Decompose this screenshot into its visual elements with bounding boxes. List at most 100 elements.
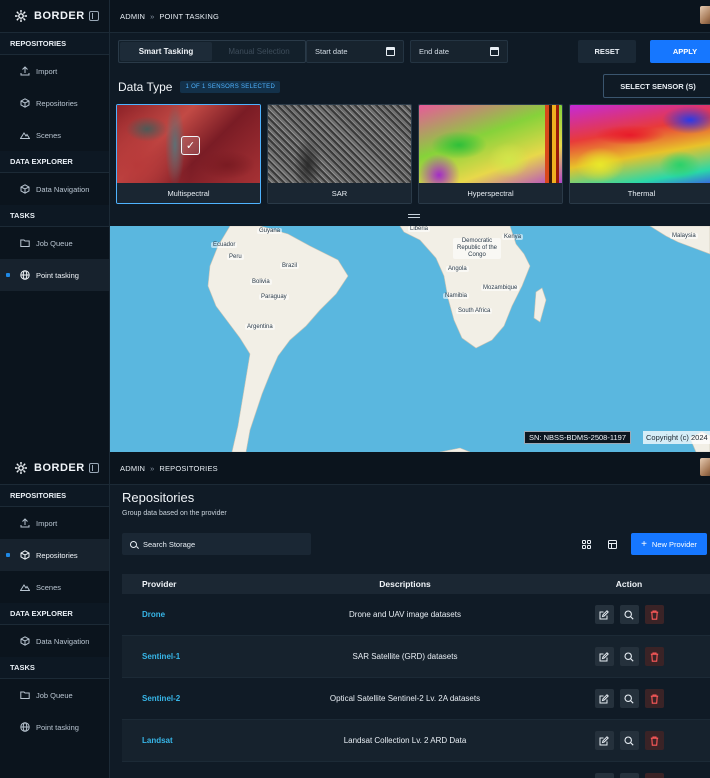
page-title: Repositories — [122, 490, 195, 505]
view-search-icon[interactable] — [619, 647, 639, 666]
table-row: PlanetScopePlanetScope Optical Satellite… — [122, 762, 710, 778]
sar-thumbnail — [268, 105, 411, 185]
sidebar-item-job-queue[interactable]: Job Queue — [0, 679, 109, 711]
sidebar-item-data-navigation[interactable]: Data Navigation — [0, 173, 109, 205]
delete-icon[interactable] — [644, 647, 664, 666]
grid-view-icon[interactable] — [578, 536, 594, 552]
sidebar-item-label: Job Queue — [36, 690, 73, 700]
sidebar-item-point-tasking[interactable]: Point tasking — [0, 259, 109, 291]
breadcrumb-admin[interactable]: ADMIN — [120, 464, 145, 473]
panel-resize-handle-icon[interactable] — [408, 214, 420, 218]
view-search-icon[interactable] — [619, 605, 639, 624]
calendar-icon[interactable] — [386, 47, 395, 56]
edit-icon[interactable] — [594, 605, 614, 624]
action-cell — [548, 605, 710, 624]
breadcrumb-separator-icon: » — [150, 463, 155, 473]
providers-table: Provider Descriptions Action Drone Drone … — [122, 574, 710, 778]
brand[interactable]: BORDER — [0, 0, 109, 33]
provider-link[interactable]: Sentinel-2 — [142, 694, 180, 703]
manual-selection-tab[interactable]: Manual Selection — [213, 41, 305, 62]
new-provider-label: New Provider — [651, 539, 697, 549]
sidebar-item-label: Data Navigation — [36, 636, 90, 646]
sidebar-item-scenes[interactable]: Scenes — [0, 571, 109, 603]
cube-icon — [20, 98, 30, 108]
sidebar-item-label: Scenes — [36, 582, 62, 592]
sensor-tile-label: Multispectral — [117, 183, 260, 203]
sidebar-item-import[interactable]: Import — [0, 55, 109, 87]
sidebar-collapse-icon[interactable] — [89, 463, 99, 473]
table-view-icon[interactable] — [604, 536, 620, 552]
sidebar-item-repositories[interactable]: Repositories — [0, 539, 109, 571]
brand[interactable]: BORDER — [0, 452, 109, 485]
delete-icon[interactable] — [644, 605, 664, 624]
breadcrumb-repositories: REPOSITORIES — [159, 463, 218, 473]
sidebar-item-job-queue[interactable]: Job Queue — [0, 227, 109, 259]
column-action: Action — [615, 579, 643, 589]
avatar[interactable] — [700, 6, 710, 24]
select-sensor-button[interactable]: SELECT SENSOR (S) — [603, 74, 710, 98]
map-label-brazil: Brazil — [280, 263, 300, 269]
sensor-tile-sar[interactable]: SAR — [267, 104, 412, 204]
edit-icon[interactable] — [594, 773, 614, 778]
smart-tasking-tab[interactable]: Smart Tasking — [120, 42, 212, 61]
sidebar-item-label: Data Navigation — [36, 184, 90, 194]
sidebar-item-label: Import — [36, 518, 58, 528]
hyperspectral-thumbnail — [419, 105, 562, 185]
provider-link[interactable]: Landsat — [142, 736, 173, 745]
cube-icon — [20, 184, 30, 194]
sidebar-item-data-navigation[interactable]: Data Navigation — [0, 625, 109, 657]
start-date-placeholder: Start date — [315, 47, 348, 56]
sidebar-section-tasks: TASKS — [0, 205, 109, 227]
sidebar: BORDER REPOSITORIES Import Repositories … — [0, 0, 110, 452]
action-cell — [548, 647, 710, 666]
search-input[interactable] — [143, 539, 293, 549]
edit-icon[interactable] — [594, 731, 614, 750]
view-search-icon[interactable] — [619, 689, 639, 708]
new-provider-button[interactable]: + New Provider — [631, 533, 707, 555]
description-cell: SAR Satellite (GRD) datasets — [262, 652, 548, 661]
start-date-field[interactable]: Start date — [306, 40, 404, 63]
delete-icon[interactable] — [644, 773, 664, 778]
sensor-tile-multispectral[interactable]: ✓ Multispectral — [116, 104, 261, 204]
sidebar-item-repositories[interactable]: Repositories — [0, 87, 109, 119]
serial-number-badge: SN: NBSS-BDMS-2508-1197 — [524, 431, 631, 444]
sidebar-collapse-icon[interactable] — [89, 11, 99, 21]
map-label-south-africa: South Africa — [456, 308, 493, 314]
edit-icon[interactable] — [594, 647, 614, 666]
map-label-mozambique: Mozambique — [481, 285, 520, 291]
sensor-tile-hyperspectral[interactable]: Hyperspectral — [418, 104, 563, 204]
breadcrumb-point-tasking: POINT TASKING — [159, 11, 220, 21]
sensor-tile-thermal[interactable]: Thermal — [569, 104, 710, 204]
description-cell: Landsat Collection Lv. 2 ARD Data — [262, 736, 548, 745]
delete-icon[interactable] — [644, 689, 664, 708]
sidebar-item-import[interactable]: Import — [0, 507, 109, 539]
avatar[interactable] — [700, 458, 710, 476]
breadcrumb-separator-icon: » — [150, 11, 155, 21]
provider-link[interactable]: Sentinel-1 — [142, 652, 180, 661]
page-subtitle: Group data based on the provider — [122, 510, 227, 517]
calendar-icon[interactable] — [490, 47, 499, 56]
apply-button[interactable]: APPLY — [650, 40, 710, 63]
search-storage[interactable] — [122, 533, 311, 555]
sidebar-item-point-tasking[interactable]: Point tasking — [0, 711, 109, 743]
map-label-guyana: Guyana — [257, 228, 283, 234]
brand-name: BORDER — [34, 10, 85, 22]
sidebar-item-label: Repositories — [36, 550, 78, 560]
sidebar-item-label: Point tasking — [36, 722, 79, 732]
edit-icon[interactable] — [594, 689, 614, 708]
reset-button[interactable]: RESET — [578, 40, 636, 63]
view-search-icon[interactable] — [619, 773, 639, 778]
map-landmass — [207, 226, 710, 452]
globe-icon — [20, 270, 30, 280]
topbar: ADMIN » REPOSITORIES — [110, 452, 710, 485]
sidebar: BORDER REPOSITORIES Import Repositories … — [0, 452, 110, 778]
point-tasking-screen: BORDER REPOSITORIES Import Repositories … — [0, 0, 710, 452]
delete-icon[interactable] — [644, 731, 664, 750]
breadcrumb-admin[interactable]: ADMIN — [120, 12, 145, 21]
end-date-field[interactable]: End date — [410, 40, 508, 63]
map-view[interactable]: Guyana Ecuador Peru Brazil Bolivia Parag… — [110, 226, 710, 452]
sidebar-item-scenes[interactable]: Scenes — [0, 119, 109, 151]
view-search-icon[interactable] — [619, 731, 639, 750]
provider-description: Landsat Collection Lv. 2 ARD Data — [343, 736, 467, 745]
provider-link[interactable]: Drone — [142, 610, 165, 619]
